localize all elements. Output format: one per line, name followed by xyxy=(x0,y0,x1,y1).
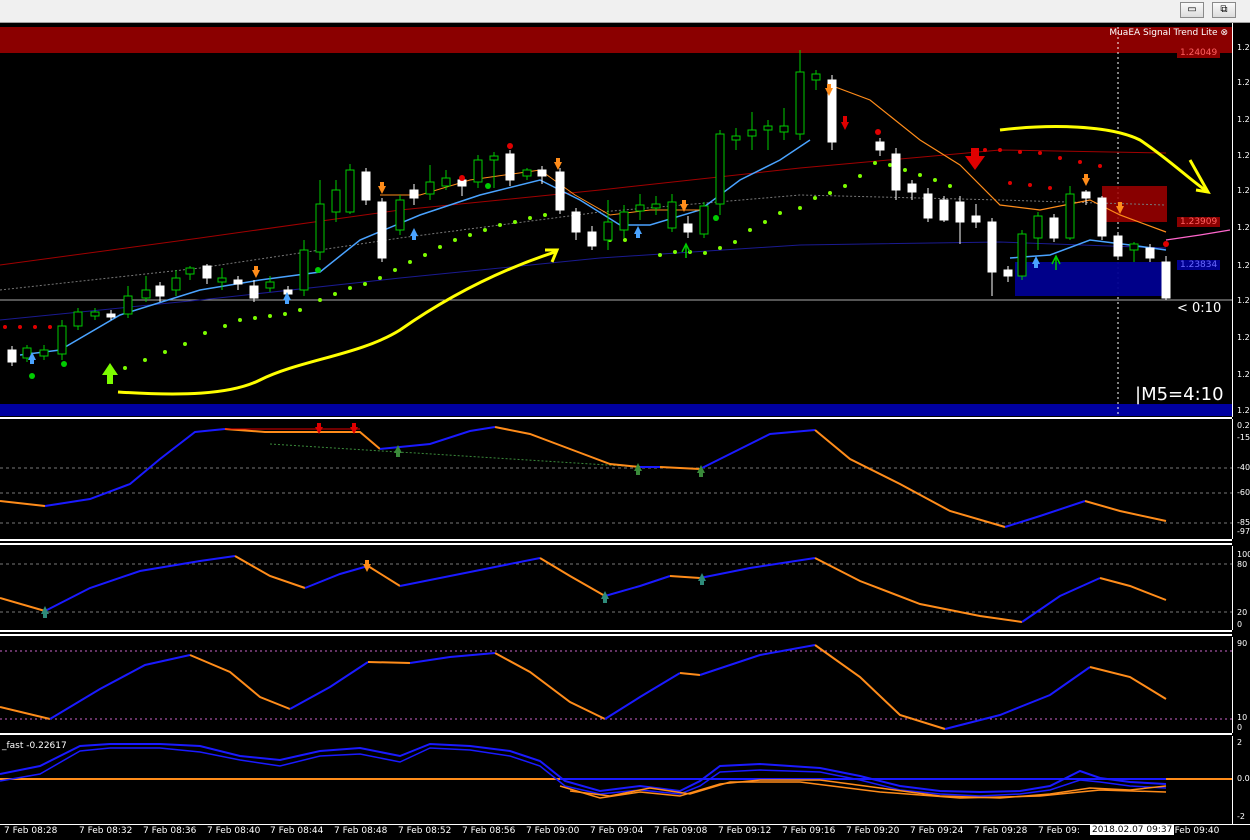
ma-lightblue xyxy=(19,139,811,356)
pane-2-axis: 100 80 20 0 xyxy=(1232,546,1250,630)
candle-timer: < 0:10 xyxy=(1177,301,1222,316)
indicator-pane-4[interactable] xyxy=(0,736,1232,824)
time-label: 7 Feb 08:52 xyxy=(398,826,452,836)
indicator-pane-2[interactable] xyxy=(0,546,1232,630)
signal-indicator-label: MuaEA Signal Trend Lite ⊗ xyxy=(1109,28,1228,38)
time-label: 7 Feb 09:04 xyxy=(590,826,644,836)
minimize-button[interactable]: ▭ xyxy=(1180,2,1204,18)
time-label: 7 Feb 09:20 xyxy=(846,826,900,836)
top-red-ribbon xyxy=(0,27,1232,53)
time-label: 7 Feb 08:48 xyxy=(334,826,388,836)
time-label: 7 Feb 09:08 xyxy=(654,826,708,836)
time-label: 7 Feb 09:16 xyxy=(782,826,836,836)
candlesticks xyxy=(7,50,1171,366)
time-label: 7 Feb 09:28 xyxy=(974,826,1028,836)
time-label: 7 Feb 09: xyxy=(1038,826,1080,836)
yellow-annotation-trend xyxy=(117,250,556,396)
time-label: 7 Feb 09:24 xyxy=(910,826,964,836)
time-label: 7 Feb 08:56 xyxy=(462,826,516,836)
price-box-red-1: 1.24049 xyxy=(1177,48,1221,58)
indicator-pane-1[interactable] xyxy=(0,419,1232,539)
parabolic-sar-red xyxy=(3,148,1102,329)
time-label: 7 Feb 08:36 xyxy=(143,826,197,836)
price-axis[interactable]: 1.2 1.2 1.2 1.2 1.2 1.2 1.2 1.2 1.2 1.2 … xyxy=(1232,23,1250,417)
bottom-blue-ribbon xyxy=(0,404,1232,416)
yellow-annotation-down xyxy=(999,125,1209,194)
cursor-date-tag: 2018.02.07 09:37 xyxy=(1090,825,1175,835)
parabolic-sar-green xyxy=(123,161,952,370)
price-box-blue: 1.23834 xyxy=(1177,260,1221,270)
restore-button[interactable]: ⧉ xyxy=(1212,2,1236,18)
timeframe-timer: |M5=4:10 xyxy=(1135,384,1224,405)
time-label: 7 Feb 08:32 xyxy=(79,826,133,836)
time-label: 7 Feb 09:12 xyxy=(718,826,772,836)
price-box-red-2: 1.23909 xyxy=(1177,217,1221,227)
time-label: 7 Feb 08:44 xyxy=(270,826,324,836)
time-label: 7 Feb 08:28 xyxy=(4,826,58,836)
arrow-up-big-green-icon xyxy=(102,363,118,384)
window-title-bar: ▭ ⧉ xyxy=(0,0,1250,23)
pane-4-axis: 2 0.0 -2 xyxy=(1232,736,1250,824)
signal-arrows xyxy=(28,84,1169,384)
main-price-chart[interactable] xyxy=(0,23,1232,417)
pane-1-axis: 0.2 -15 -40 -60 -85 -97 xyxy=(1232,419,1250,539)
pane-3-axis: 90 10 0 xyxy=(1232,637,1250,733)
time-label: 7 Feb 09:00 xyxy=(526,826,580,836)
pane-4-label: _fast -0.22617 xyxy=(2,741,67,751)
indicator-pane-3[interactable] xyxy=(0,637,1232,733)
time-label: 7 Feb 08:40 xyxy=(207,826,261,836)
